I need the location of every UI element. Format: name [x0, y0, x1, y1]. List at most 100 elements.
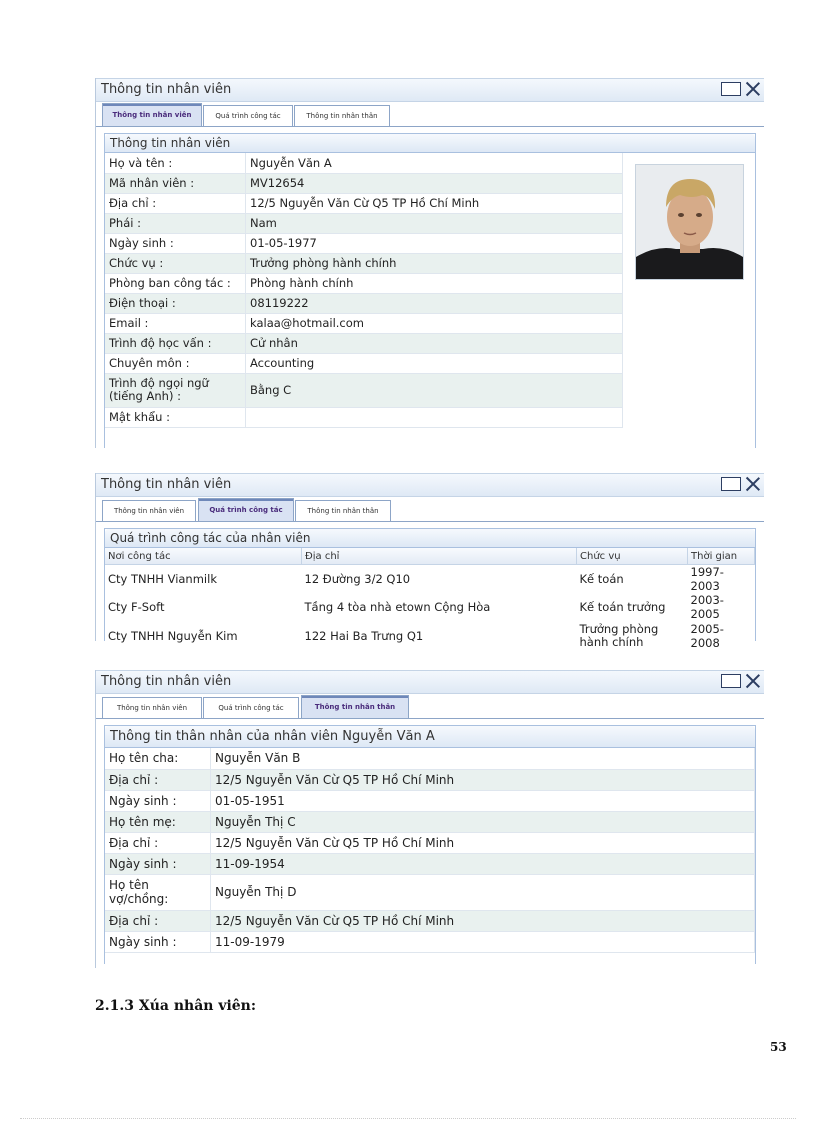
field-value[interactable]: Nam — [245, 213, 623, 234]
field-value[interactable]: 01-05-1951 — [210, 790, 755, 812]
tab-bar: Thông tin nhân viên Quá trình công tác T… — [96, 694, 764, 719]
field-value[interactable]: 12/5 Nguyễn Văn Cừ Q5 TP Hồ Chí Minh — [210, 769, 755, 791]
field-value[interactable]: 08119222 — [245, 293, 623, 314]
table-row: Địa chỉ :12/5 Nguyễn Văn Cừ Q5 TP Hồ Chí… — [105, 193, 623, 214]
field-label: Họ tên cha: — [105, 748, 211, 770]
position-cell: Kế toán trưởng — [579, 600, 666, 614]
field-value[interactable]: 11-09-1954 — [210, 853, 755, 875]
field-value[interactable]: Accounting — [245, 353, 623, 374]
field-label: Họ tên vợ/chồng: — [105, 874, 211, 911]
employee-photo — [635, 164, 744, 280]
address-cell: 122 Hai Ba Trưng Q1 — [304, 629, 424, 643]
column-header-period[interactable]: Thời gian — [687, 548, 755, 565]
field-value[interactable]: kalaa@hotmail.com — [245, 313, 623, 334]
window-title: Thông tin nhân viên — [101, 674, 232, 689]
field-value[interactable]: Phòng hành chính — [245, 273, 623, 294]
field-label: Ngày sinh : — [105, 790, 211, 812]
field-label: Địa chỉ : — [105, 832, 211, 854]
page-divider — [20, 1118, 796, 1119]
window-title: Thông tin nhân viên — [101, 477, 232, 492]
field-value[interactable]: Nguyễn Văn B — [210, 748, 755, 770]
field-value[interactable]: 11-09-1979 — [210, 931, 755, 953]
period-cell: 2005-2008 — [690, 622, 724, 650]
panel-title: Quá trình công tác của nhân viên — [105, 529, 755, 548]
field-value[interactable]: Bằng C — [245, 373, 623, 408]
field-label: Địa chỉ : — [105, 193, 246, 214]
field-value[interactable]: 12/5 Nguyễn Văn Cừ Q5 TP Hồ Chí Minh — [245, 193, 623, 214]
field-label: Trình độ ngọi ngữ (tiếng Anh) : — [105, 373, 246, 408]
table-row: Ngày sinh :11-09-1954 — [105, 853, 755, 875]
close-icon[interactable] — [745, 476, 761, 492]
window-titlebar: Thông tin nhân viên — [96, 473, 764, 497]
table-row[interactable]: Cty TNHH Nguyễn Kim 122 Hai Ba Trưng Q1 … — [105, 621, 755, 651]
employee-relatives-window: Thông tin nhân viên Thông tin nhân viên … — [95, 670, 764, 968]
workplace-cell: Cty TNHH Nguyễn Kim — [108, 629, 238, 643]
field-label: Email : — [105, 313, 246, 334]
employee-info-window: Thông tin nhân viên Thông tin nhân viên … — [95, 78, 764, 448]
table-row: Ngày sinh :01-05-1977 — [105, 233, 623, 254]
table-row: Mật khẩu : — [105, 407, 623, 428]
window-titlebar: Thông tin nhân viên — [96, 78, 764, 102]
field-label: Điện thoại : — [105, 293, 246, 314]
table-row: Ngày sinh :11-09-1979 — [105, 931, 755, 953]
maximize-icon[interactable] — [721, 674, 741, 688]
close-icon[interactable] — [745, 81, 761, 97]
column-header-position[interactable]: Chức vụ — [576, 548, 688, 565]
field-value[interactable]: MV12654 — [245, 173, 623, 194]
field-value[interactable]: Nguyễn Thị D — [210, 874, 755, 911]
field-label: Phòng ban công tác : — [105, 273, 246, 294]
period-cell: 2003-2005 — [690, 593, 724, 621]
table-row: Chuyên môn : Accounting — [105, 353, 623, 374]
window-titlebar: Thông tin nhân viên — [96, 670, 764, 694]
field-label: Mã nhân viên : — [105, 173, 246, 194]
table-row: Phái : Nam — [105, 213, 623, 234]
table-row[interactable]: Cty F-Soft Tầng 4 tòa nhà etown Cộng Hòa… — [105, 593, 755, 621]
field-value[interactable]: Cử nhân — [245, 333, 623, 354]
tab-work-history[interactable]: Quá trình công tác — [203, 697, 299, 718]
field-value[interactable]: Trưởng phòng hành chính — [245, 253, 623, 274]
position-cell: Trưởng phòng hành chính — [579, 622, 659, 649]
table-row: Chức vụ : Trưởng phòng hành chính — [105, 253, 623, 274]
employee-info-table: Họ và tên : Nguyễn Văn A Mã nhân viên : MV… — [105, 153, 623, 428]
table-row: Địa chỉ :12/5 Nguyễn Văn Cừ Q5 TP Hồ Chí… — [105, 769, 755, 791]
field-value[interactable]: 12/5 Nguyễn Văn Cừ Q5 TP Hồ Chí Minh — [210, 910, 755, 932]
password-field[interactable] — [245, 407, 623, 428]
table-row: Điện thoại :08119222 — [105, 293, 623, 314]
table-row: Mã nhân viên : MV12654 — [105, 173, 623, 194]
field-label: Phái : — [105, 213, 246, 234]
tab-work-history[interactable]: Quá trình công tác — [203, 105, 293, 126]
section-heading: 2.1.3 Xúa nhân viên: — [95, 998, 257, 1014]
column-header-workplace[interactable]: Nơi công tác — [105, 548, 302, 565]
field-value[interactable]: 12/5 Nguyễn Văn Cừ Q5 TP Hồ Chí Minh — [210, 832, 755, 854]
table-row: Địa chỉ :12/5 Nguyễn Văn Cừ Q5 TP Hồ Chí… — [105, 832, 755, 854]
tab-relatives-info[interactable]: Thông tin nhân thân — [294, 105, 390, 126]
workplace-cell: Cty TNHH Vianmilk — [108, 572, 217, 586]
table-row: Trình độ ngọi ngữ (tiếng Anh) : Bằng C — [105, 373, 623, 408]
employee-info-panel: Thông tin nhân viên Họ và tên : Nguyễn Vă… — [104, 133, 756, 448]
tab-relatives-info[interactable]: Thông tin nhân thân — [295, 500, 391, 521]
tab-bar: Thông tin nhân viên Quá trình công tác T… — [96, 102, 764, 127]
tab-employee-info[interactable]: Thông tin nhân viên — [102, 697, 202, 718]
period-cell: 1997-2003 — [690, 565, 724, 593]
field-value[interactable]: Nguyễn Văn A — [245, 153, 623, 174]
maximize-icon[interactable] — [721, 82, 741, 96]
address-cell: Tầng 4 tòa nhà etown Cộng Hòa — [304, 600, 491, 614]
table-row: Họ và tên : Nguyễn Văn A — [105, 153, 623, 174]
employee-work-history-window: Thông tin nhân viên Thông tin nhân viên … — [95, 473, 764, 650]
table-row: Trình độ học vấn : Cử nhân — [105, 333, 623, 354]
field-value[interactable]: Nguyễn Thị C — [210, 811, 755, 833]
table-row: Địa chỉ :12/5 Nguyễn Văn Cừ Q5 TP Hồ Chí… — [105, 910, 755, 932]
field-label: Họ và tên : — [105, 153, 246, 174]
table-row[interactable]: Cty TNHH Vianmilk 12 Đường 3/2 Q10 Kế to… — [105, 565, 755, 593]
tab-relatives-info[interactable]: Thông tin nhân thân — [301, 695, 409, 718]
close-icon[interactable] — [745, 673, 761, 689]
column-header-address[interactable]: Địa chỉ — [301, 548, 577, 565]
tab-work-history[interactable]: Quá trình công tác — [198, 498, 294, 521]
page-number: 53 — [770, 1040, 787, 1054]
tab-employee-info[interactable]: Thông tin nhân viên — [102, 103, 202, 126]
field-label: Địa chỉ : — [105, 769, 211, 791]
maximize-icon[interactable] — [721, 477, 741, 491]
field-value[interactable]: 01-05-1977 — [245, 233, 623, 254]
tab-employee-info[interactable]: Thông tin nhân viên — [102, 500, 196, 521]
workplace-cell: Cty F-Soft — [108, 600, 165, 614]
